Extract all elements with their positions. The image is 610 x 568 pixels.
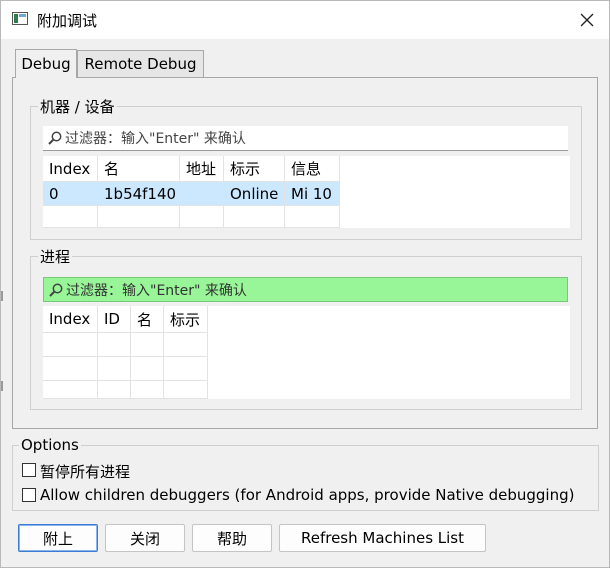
processes-filter-placeholder: 过滤器：输入"Enter" 来确认 <box>66 282 247 299</box>
search-icon <box>49 283 63 297</box>
pause-all-checkbox[interactable] <box>22 463 36 477</box>
close-icon <box>580 13 594 27</box>
empty-row <box>43 333 208 357</box>
cell-info: Mi 10 <box>285 182 340 206</box>
window-title: 附加调试 <box>37 12 98 30</box>
refresh-machines-button[interactable]: Refresh Machines List <box>279 524 486 552</box>
empty-row <box>43 357 208 381</box>
column-header-index[interactable]: Index <box>43 306 98 333</box>
empty-row <box>43 206 340 228</box>
column-header-index[interactable]: Index <box>43 156 98 182</box>
app-icon <box>12 12 28 25</box>
column-header-name[interactable]: 名 <box>98 156 180 182</box>
resize-edge-mark <box>1 291 3 301</box>
column-header-address[interactable]: 地址 <box>180 156 224 182</box>
processes-table: Index ID 名 标示 <box>43 306 570 399</box>
options-group-title: Options <box>19 436 81 454</box>
table-row[interactable]: 0 1b54f140 Online Mi 10 <box>43 182 340 206</box>
tab-remote-debug[interactable]: Remote Debug <box>77 50 204 78</box>
attach-button[interactable]: 附上 <box>18 524 98 552</box>
cell-address <box>180 182 224 206</box>
search-icon <box>48 131 62 145</box>
machines-filter-placeholder: 过滤器：输入"Enter" 来确认 <box>65 131 246 147</box>
machines-table: Index 名 地址 标示 信息 0 1b54f140 Online Mi 10 <box>43 156 570 228</box>
allow-children-checkbox[interactable] <box>22 488 36 502</box>
machines-filter-input[interactable]: 过滤器：输入"Enter" 来确认 <box>43 126 568 151</box>
column-header-name[interactable]: 名 <box>131 306 164 333</box>
resize-edge-mark <box>1 381 3 391</box>
debug-tab-panel: 机器 / 设备 过滤器：输入"Enter" 来确认 Index 名 地址 标示 … <box>12 77 598 429</box>
processes-table-header: Index ID 名 标示 <box>43 306 208 333</box>
title-bar: 附加调试 <box>1 1 609 39</box>
pause-all-label[interactable]: 暂停所有进程 <box>40 461 130 482</box>
close-window-button[interactable] <box>567 5 607 35</box>
cell-index: 0 <box>43 182 98 206</box>
allow-children-label[interactable]: Allow children debuggers (for Android ap… <box>40 486 574 504</box>
machines-group-title: 机器 / 设备 <box>38 96 117 117</box>
empty-row <box>43 381 208 399</box>
cell-name: 1b54f140 <box>98 182 180 206</box>
column-header-mark[interactable]: 标示 <box>224 156 285 182</box>
help-button[interactable]: 帮助 <box>192 524 272 552</box>
column-header-mark[interactable]: 标示 <box>164 306 208 333</box>
column-header-id[interactable]: ID <box>98 306 131 333</box>
processes-group-title: 进程 <box>38 246 73 267</box>
cell-mark: Online <box>224 182 285 206</box>
attach-debugger-dialog: 附加调试 Debug Remote Debug 机器 / 设备 过滤器：输入"E… <box>0 0 610 568</box>
machines-table-header: Index 名 地址 标示 信息 <box>43 156 340 182</box>
processes-filter-input[interactable]: 过滤器：输入"Enter" 来确认 <box>43 277 568 302</box>
close-button[interactable]: 关闭 <box>105 524 185 552</box>
column-header-info[interactable]: 信息 <box>285 156 340 182</box>
tab-debug[interactable]: Debug <box>15 49 77 78</box>
